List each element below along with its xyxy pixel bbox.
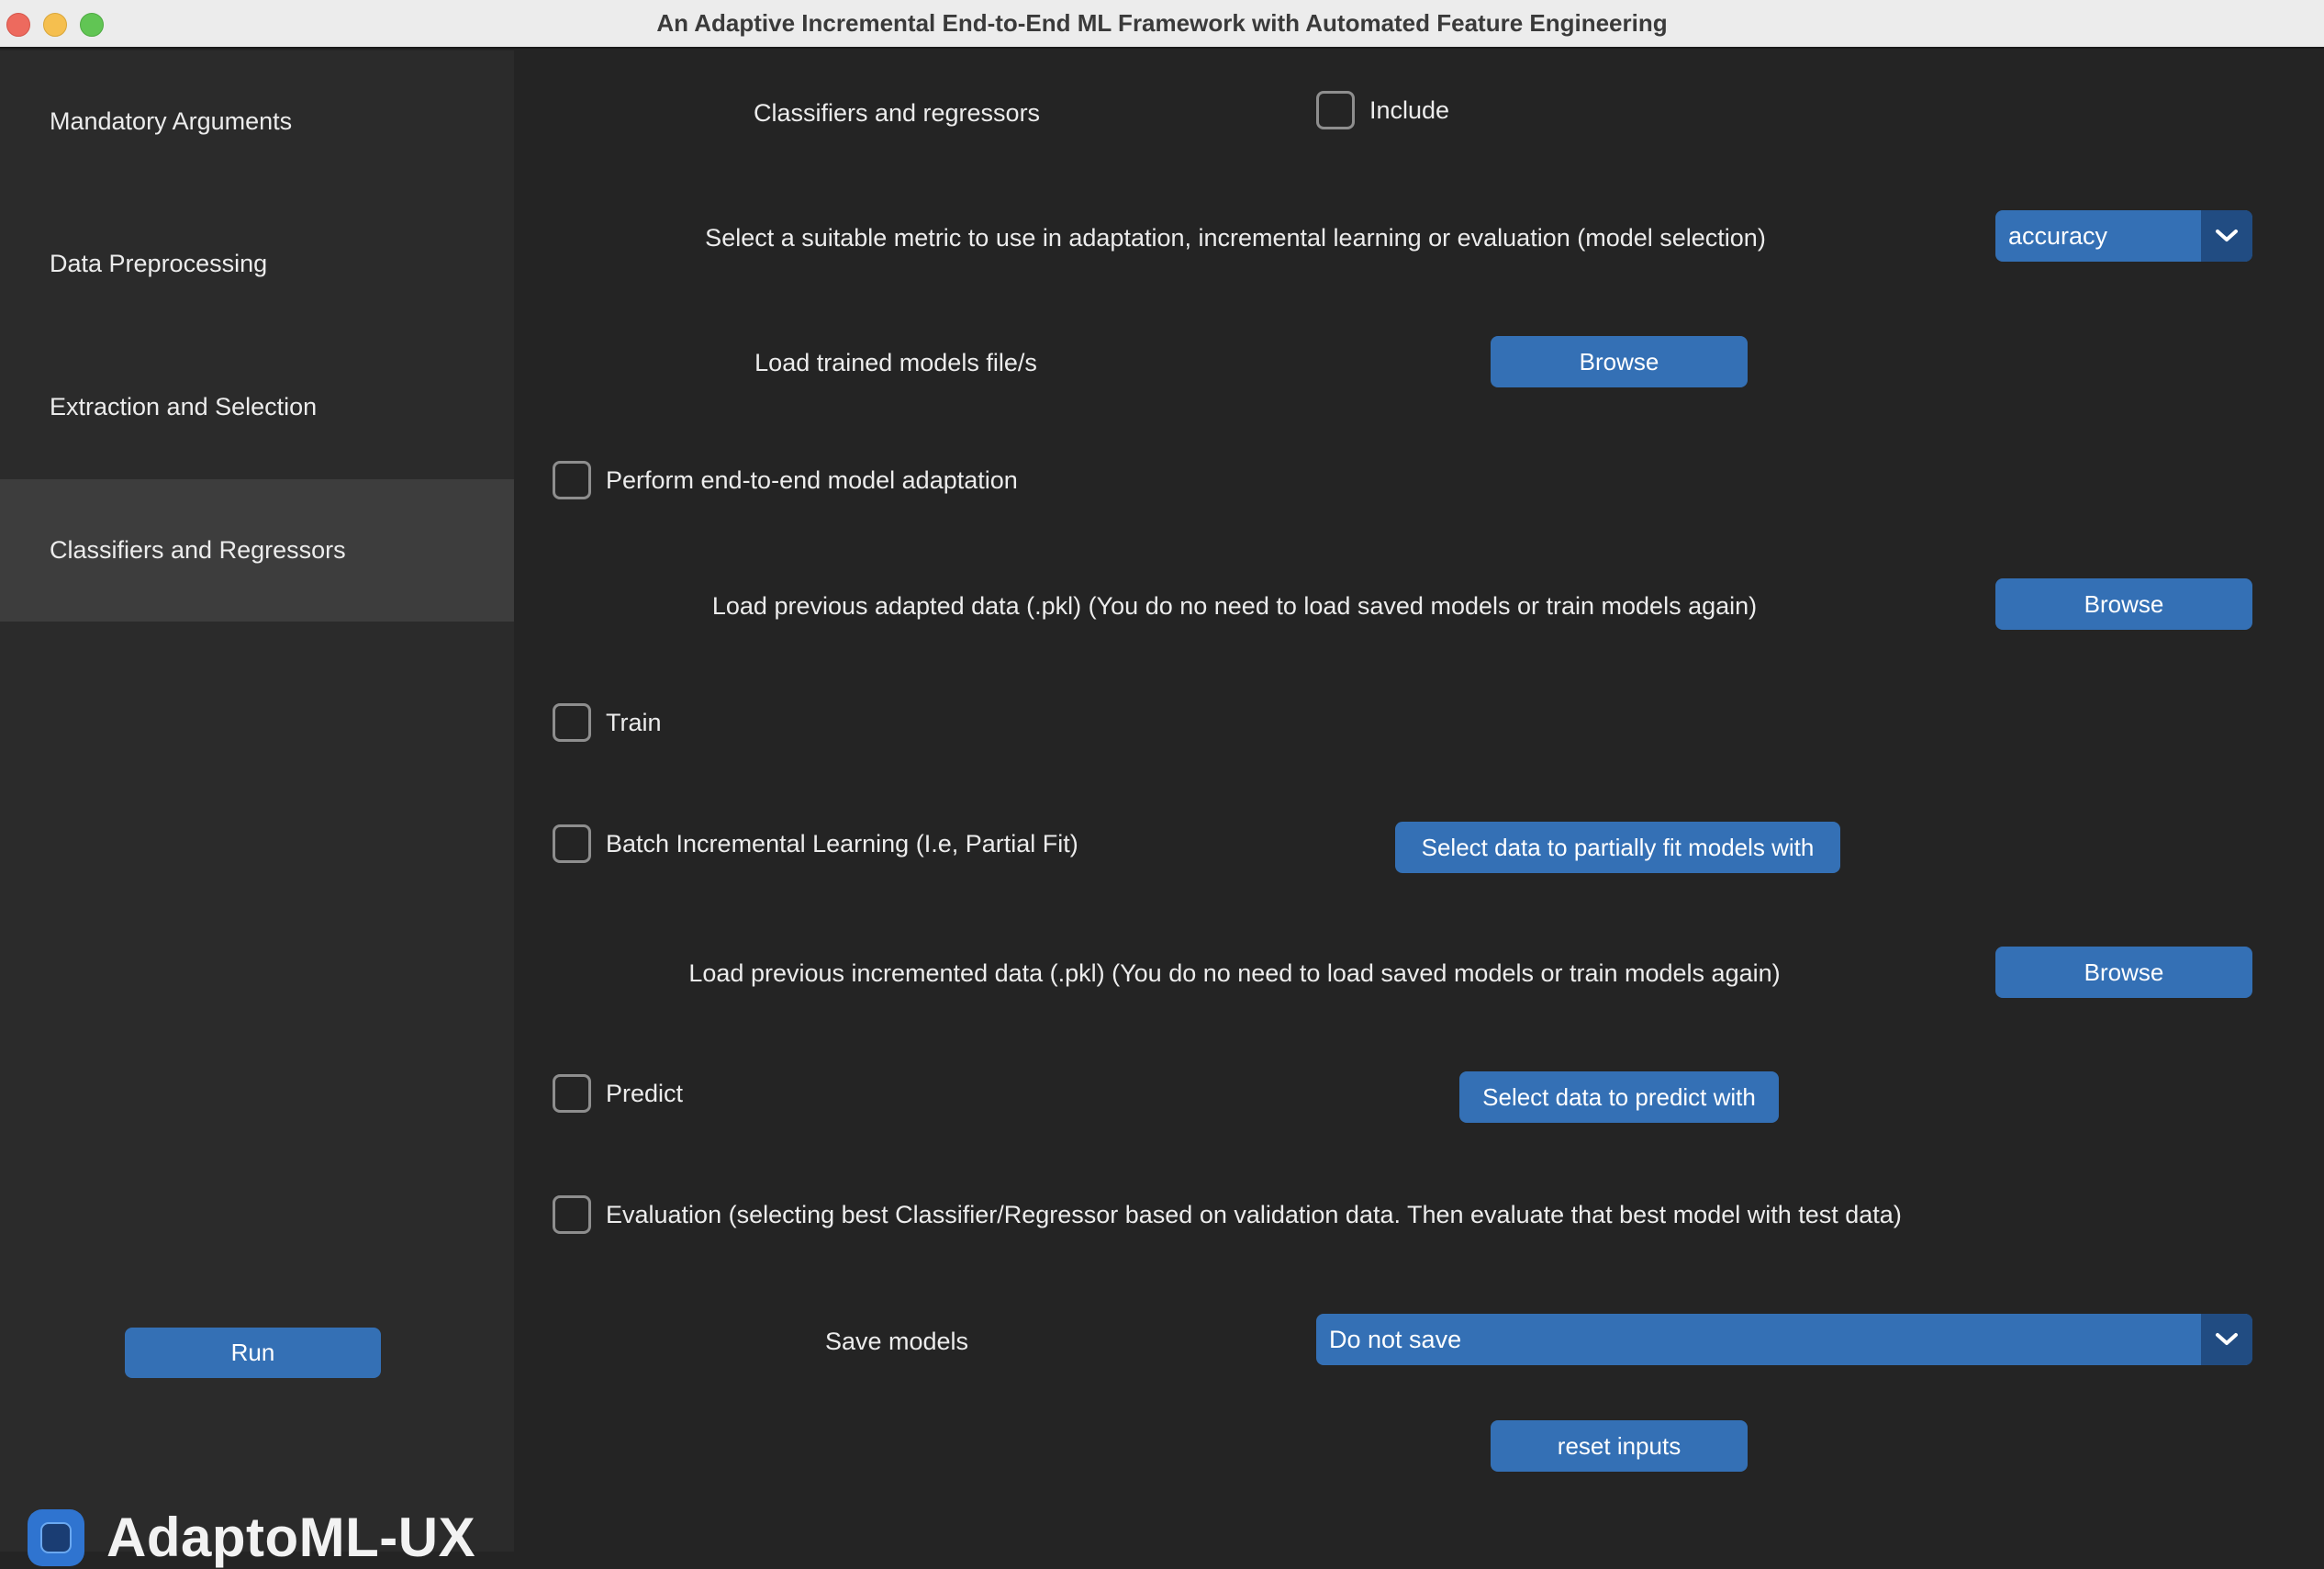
metric-dropdown[interactable]: accuracy: [1995, 210, 2252, 262]
main-panel: Classifiers and regressors Include Selec…: [514, 50, 2324, 1552]
checkbox-box[interactable]: [553, 461, 591, 499]
include-label: Include: [1369, 95, 1450, 124]
metric-label: Select a suitable metric to use in adapt…: [705, 224, 1766, 252]
save-models-value: Do not save: [1329, 1325, 1462, 1353]
checkbox-box[interactable]: [553, 1195, 591, 1234]
evaluation-checkbox[interactable]: Evaluation (selecting best Classifier/Re…: [553, 1195, 1902, 1234]
adaptation-label: Perform end-to-end model adaptation: [606, 465, 1018, 494]
save-models-dropdown[interactable]: Do not save: [1316, 1314, 2252, 1365]
browse-adapted-button[interactable]: Browse: [1995, 578, 2252, 630]
train-checkbox[interactable]: Train: [553, 703, 662, 742]
sidebar-item-extraction-and-selection[interactable]: Extraction and Selection: [0, 336, 514, 478]
sidebar-item-label: Data Preprocessing: [50, 250, 268, 277]
checkbox-box[interactable]: [553, 824, 591, 863]
browse-models-button[interactable]: Browse: [1491, 336, 1748, 387]
checkbox-box[interactable]: [1316, 91, 1355, 129]
brand: AdaptoML-UX: [28, 1506, 475, 1569]
sidebar-item-label: Mandatory Arguments: [50, 107, 293, 135]
reset-inputs-button[interactable]: reset inputs: [1491, 1420, 1748, 1472]
app-logo-icon: [28, 1508, 84, 1566]
sidebar-item-data-preprocessing[interactable]: Data Preprocessing: [0, 193, 514, 335]
sidebar: Mandatory Arguments Data Preprocessing E…: [0, 50, 514, 1568]
brand-name: AdaptoML-UX: [106, 1507, 476, 1568]
sidebar-item-classifiers-and-regressors[interactable]: Classifiers and Regressors: [0, 479, 514, 622]
run-button[interactable]: Run: [125, 1328, 381, 1378]
section-label: Classifiers and regressors: [753, 99, 1041, 127]
browse-incremented-button[interactable]: Browse: [1995, 947, 2252, 998]
train-label: Train: [606, 708, 662, 736]
sidebar-item-label: Extraction and Selection: [50, 393, 318, 420]
load-models-label: Load trained models file/s: [754, 349, 1037, 376]
predict-data-button[interactable]: Select data to predict with: [1459, 1071, 1779, 1123]
batch-incremental-label: Batch Incremental Learning (I.e, Partial…: [606, 829, 1078, 857]
partial-fit-data-button[interactable]: Select data to partially fit models with: [1395, 822, 1840, 873]
predict-label: Predict: [606, 1079, 684, 1107]
chevron-down-icon[interactable]: [2201, 1314, 2252, 1365]
sidebar-item-label: Classifiers and Regressors: [50, 536, 346, 564]
adaptation-checkbox[interactable]: Perform end-to-end model adaptation: [553, 461, 1018, 499]
load-incremented-label: Load previous incremented data (.pkl) (Y…: [688, 959, 1781, 987]
title-bar: An Adaptive Incremental End-to-End ML Fr…: [0, 0, 2324, 49]
metric-value: accuracy: [2008, 221, 2108, 250]
checkbox-box[interactable]: [553, 1074, 591, 1113]
checkbox-box[interactable]: [553, 703, 591, 742]
window-title: An Adaptive Incremental End-to-End ML Fr…: [656, 9, 1668, 37]
predict-checkbox[interactable]: Predict: [553, 1074, 683, 1113]
include-checkbox[interactable]: Include: [1316, 91, 1449, 129]
batch-incremental-checkbox[interactable]: Batch Incremental Learning (I.e, Partial…: [553, 824, 1078, 863]
save-models-label: Save models: [824, 1328, 969, 1355]
load-adapted-label: Load previous adapted data (.pkl) (You d…: [711, 592, 1758, 620]
chevron-down-icon[interactable]: [2201, 210, 2252, 262]
evaluation-label: Evaluation (selecting best Classifier/Re…: [606, 1200, 1902, 1228]
sidebar-item-mandatory-arguments[interactable]: Mandatory Arguments: [0, 50, 514, 193]
